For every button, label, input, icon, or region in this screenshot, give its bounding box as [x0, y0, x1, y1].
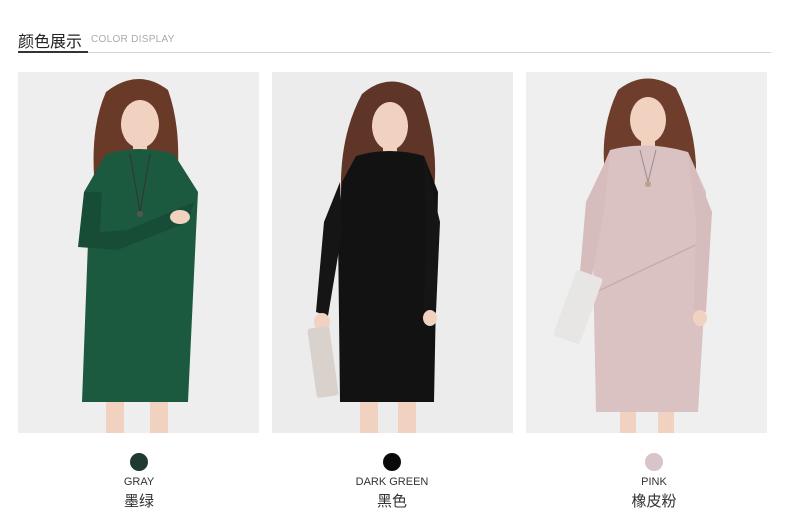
- color-label-cn: 黑色: [376, 492, 407, 510]
- color-label-en: PINK: [641, 476, 667, 488]
- section-subtitle: COLOR DISPLAY: [91, 34, 175, 45]
- color-label-en: DARK GREEN: [355, 476, 429, 488]
- header-accent-line: [18, 51, 88, 53]
- color-label-cn: 墨绿: [123, 492, 154, 510]
- product-photo-green[interactable]: [18, 72, 259, 433]
- product-photo-pink[interactable]: [526, 72, 767, 433]
- color-swatch-pink[interactable]: [645, 453, 663, 471]
- product-photo-black[interactable]: [272, 72, 513, 433]
- color-swatch-black[interactable]: [383, 453, 401, 471]
- color-label-cn: 橡皮粉: [631, 492, 677, 510]
- header-divider: [18, 52, 771, 53]
- color-label-en: GRAY: [123, 476, 155, 488]
- section-header: 颜色展示 COLOR DISPLAY: [18, 26, 771, 54]
- color-swatch-green[interactable]: [130, 453, 148, 471]
- section-title: 颜色展示: [18, 32, 83, 51]
